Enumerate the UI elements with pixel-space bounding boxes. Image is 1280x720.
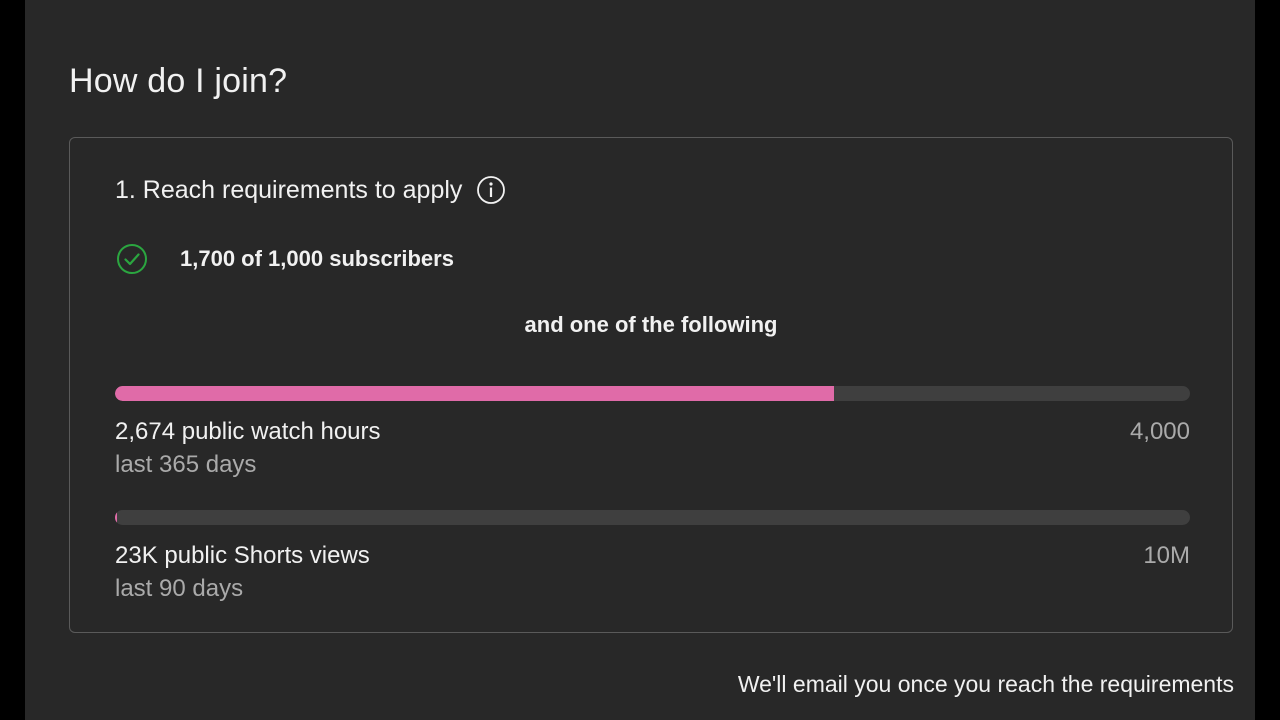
shorts-views-progress-fill bbox=[115, 510, 118, 525]
requirements-card: 1. Reach requirements to apply 1,700 of … bbox=[69, 137, 1233, 633]
content-panel: How do I join? 1. Reach requirements to … bbox=[25, 0, 1255, 720]
watch-hours-period: last 365 days bbox=[115, 451, 257, 478]
watch-hours-progress-bar bbox=[115, 386, 1190, 401]
requirements-heading: 1. Reach requirements to apply bbox=[115, 174, 506, 206]
shorts-views-target: 10M bbox=[1143, 542, 1190, 569]
separator-text: and one of the following bbox=[524, 312, 778, 337]
page-title: How do I join? bbox=[69, 62, 288, 100]
watch-hours-requirement: 2,674 public watch hours 4,000 last 365 … bbox=[115, 386, 1190, 480]
check-circle-icon bbox=[115, 242, 149, 276]
requirements-heading-text: 1. Reach requirements to apply bbox=[115, 176, 463, 204]
shorts-views-requirement: 23K public Shorts views 10M last 90 days bbox=[115, 510, 1190, 604]
email-notice: We'll email you once you reach the requi… bbox=[737, 671, 1234, 697]
subscribers-text: 1,700 of 1,000 subscribers bbox=[180, 246, 454, 271]
info-icon[interactable] bbox=[476, 175, 506, 205]
watch-hours-target: 4,000 bbox=[1129, 418, 1190, 445]
shorts-views-period: last 90 days bbox=[115, 575, 244, 602]
shorts-views-label: 23K public Shorts views bbox=[115, 542, 370, 569]
subscribers-requirement: 1,700 of 1,000 subscribers bbox=[115, 242, 454, 276]
shorts-views-progress-bar bbox=[115, 510, 1190, 525]
watch-hours-label: 2,674 public watch hours bbox=[115, 418, 381, 445]
watch-hours-progress-fill bbox=[115, 386, 834, 401]
